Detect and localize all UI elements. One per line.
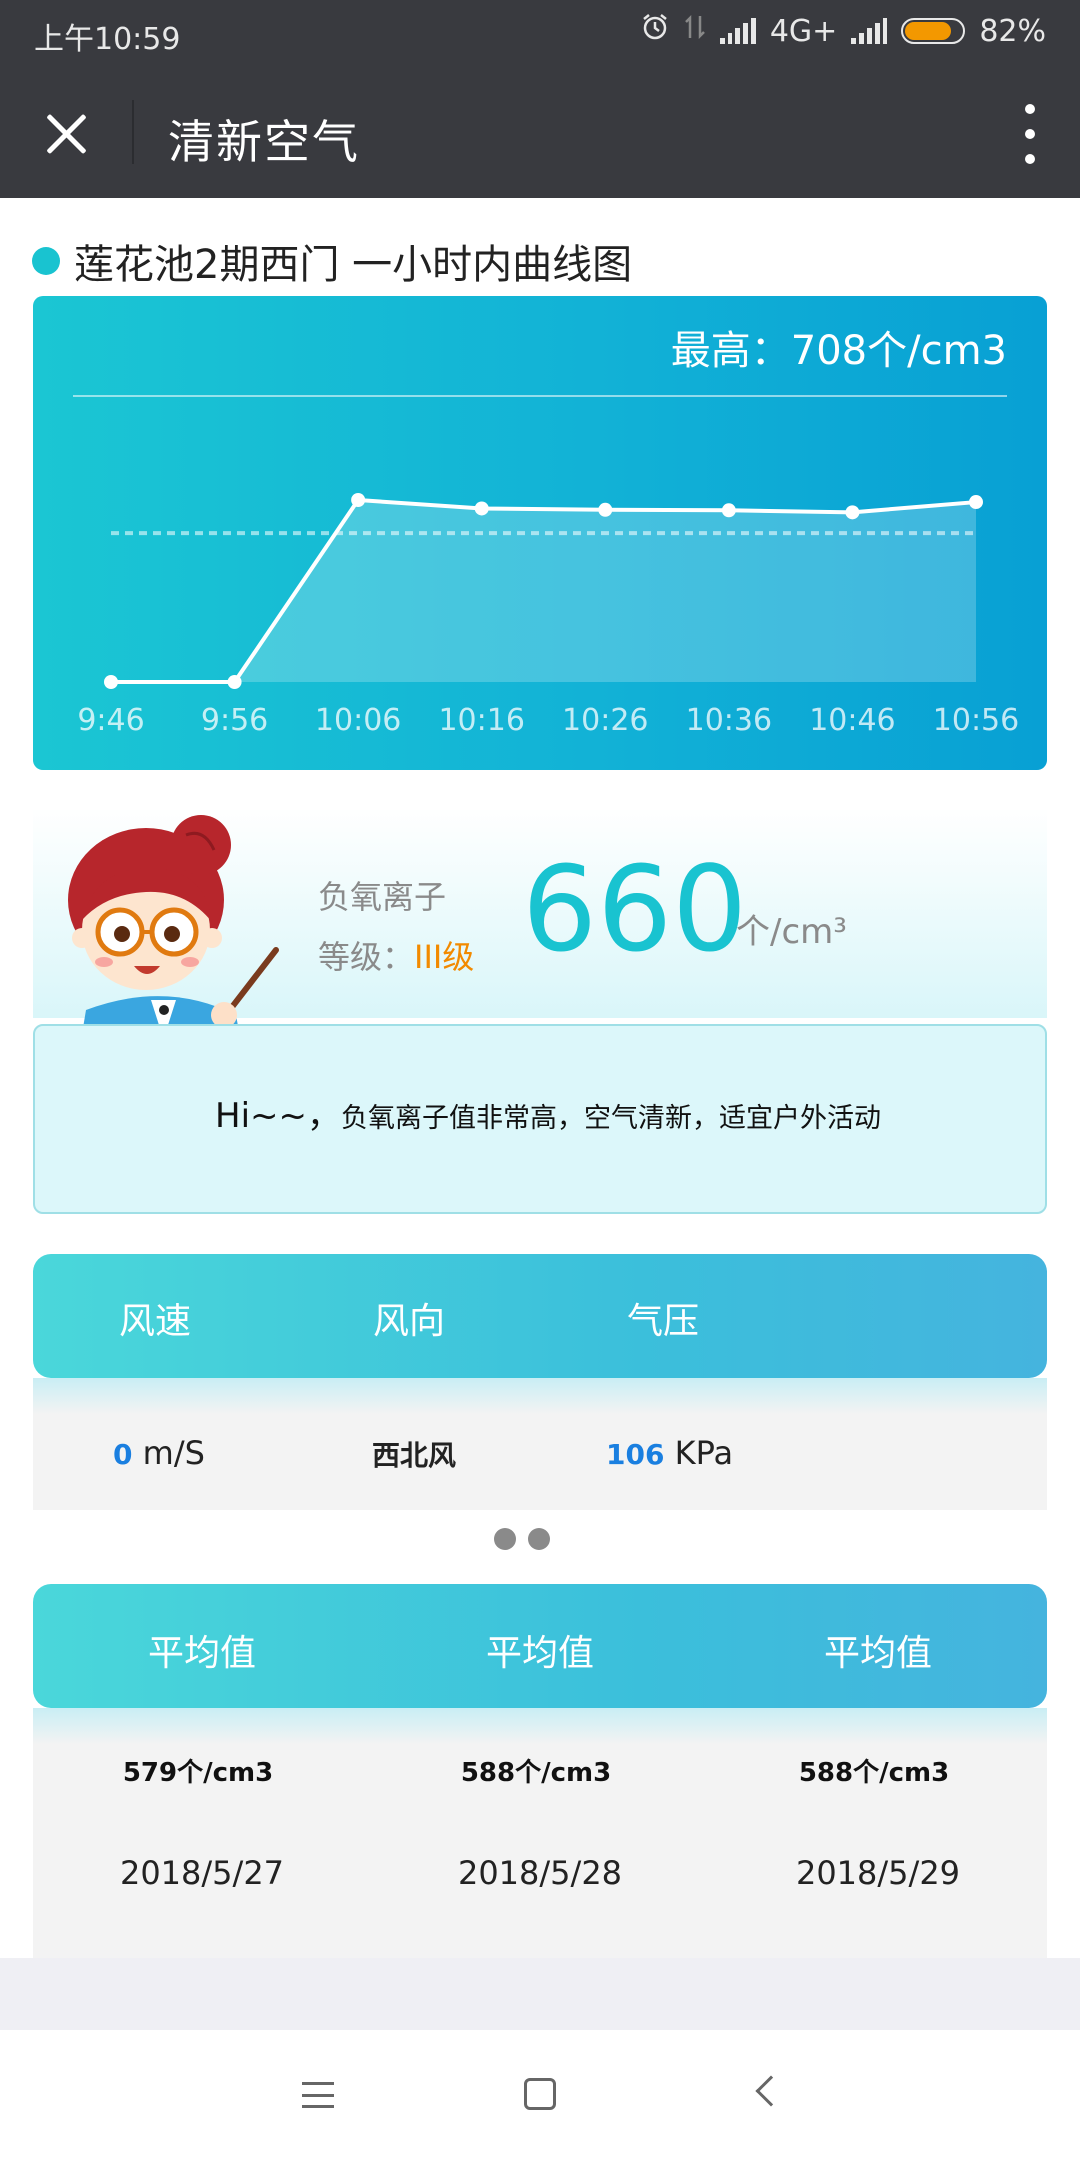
average-value-2: 588个/cm3	[460, 1758, 612, 1788]
ion-label: 负氧离子	[318, 878, 447, 916]
wind-speed-value: 0 m/S	[113, 1434, 205, 1472]
average-date-3: 2018/5/29	[795, 1854, 961, 1892]
advice-text: 负氧离子值非常高，空气清新，适宜户外活动	[341, 1103, 881, 1134]
battery-percent: 82%	[979, 13, 1046, 49]
chart-area	[111, 500, 976, 682]
page-title: 清新空气	[168, 115, 360, 169]
chart-point	[104, 675, 118, 689]
chart-point	[227, 675, 242, 689]
status-bar: 上午10:59 4G+ 82%	[0, 0, 1080, 66]
average-value-3: 588个/cm3	[798, 1758, 950, 1788]
bullet-dot-icon	[32, 247, 60, 275]
carousel-pager[interactable]	[494, 1528, 550, 1550]
advice-message: Hi~~，负氧离子值非常高，空气清新，适宜户外活动	[215, 1088, 881, 1137]
advice-greeting: Hi~~，	[215, 1096, 341, 1136]
average-header-3: 平均值	[823, 1633, 932, 1674]
signal-icon	[719, 18, 756, 44]
network-label: 4G+	[769, 13, 838, 49]
averages-values: 579个/cm3 588个/cm3 588个/cm3 2018/5/27 201…	[33, 1744, 1047, 1958]
weather-header-shadow	[33, 1378, 1047, 1414]
pressure-header: 气压	[627, 1301, 700, 1342]
alarm-icon	[640, 12, 670, 50]
ion-chart-card: 9:46 9:56 10:06 10:16 10:26 10:36 10:46 10:56 最…	[33, 296, 1047, 770]
advice-message-box: Hi~~，负氧离子值非常高，空气清新，适宜户外活动	[33, 1024, 1047, 1214]
battery-fill	[905, 22, 952, 40]
chart-point	[969, 495, 983, 510]
pressure-unit: KPa	[664, 1434, 734, 1472]
wind-speed-number: 0	[113, 1438, 133, 1471]
chart-point	[474, 501, 489, 516]
back-icon[interactable]	[755, 2075, 787, 2107]
chart-x-tick-label: 9:46	[77, 703, 144, 738]
page-bottom-gap	[0, 1958, 1080, 2030]
chart-heading-text: 莲花池2期西门 一小时内曲线图	[74, 242, 633, 288]
ion-unit: 个/cm³	[736, 912, 847, 952]
status-icons: 4G+ 82%	[640, 12, 1046, 50]
system-nav-bar	[0, 2030, 1080, 2160]
averages-header-shadow	[33, 1708, 1047, 1744]
average-value-1: 579个/cm3	[122, 1758, 274, 1788]
data-transfer-icon	[684, 12, 706, 50]
chart-point	[598, 502, 613, 517]
chart-x-tick-label: 9:56	[201, 703, 268, 738]
wind-speed-unit: m/S	[132, 1434, 205, 1472]
chart-x-tick-label: 10:46	[809, 703, 895, 738]
pressure-value: 106 KPa	[606, 1434, 733, 1472]
weather-header: 风速 风向 气压	[33, 1254, 1047, 1378]
status-time: 上午10:59	[34, 22, 181, 57]
wind-direction-header: 风向	[373, 1301, 446, 1342]
pager-dot[interactable]	[494, 1528, 516, 1550]
pressure-number: 106	[606, 1438, 665, 1471]
ion-level: 等级：III级	[318, 932, 474, 978]
chart-point	[351, 493, 366, 507]
signal-icon	[851, 18, 888, 44]
ion-level-value: III级	[414, 938, 475, 976]
weather-values: 0 m/S 西北风 106 KPa	[33, 1414, 1047, 1510]
chart-x-tick-label: 10:56	[933, 703, 1019, 738]
menu-icon[interactable]	[302, 2082, 334, 2108]
title-divider	[132, 100, 134, 164]
chart-point	[721, 503, 736, 518]
average-date-1: 2018/5/27	[119, 1854, 285, 1892]
wind-speed-header: 风速	[119, 1301, 192, 1342]
title-bar: 清新空气	[0, 66, 1080, 198]
chart-heading: 莲花池2期西门 一小时内曲线图	[32, 232, 632, 290]
more-vertical-icon[interactable]	[1020, 104, 1040, 164]
average-header-1: 平均值	[147, 1633, 256, 1674]
chart-point	[845, 505, 860, 520]
ion-value: 660	[522, 840, 748, 978]
close-icon[interactable]	[30, 98, 100, 168]
home-icon[interactable]	[524, 2078, 556, 2110]
average-header-2: 平均值	[485, 1633, 594, 1674]
averages-header: 平均值 平均值 平均值	[33, 1584, 1047, 1708]
pager-dot[interactable]	[528, 1528, 550, 1550]
average-date-2: 2018/5/28	[457, 1854, 623, 1892]
chart-max-label: 最高：708个/cm3	[670, 328, 1007, 374]
wind-direction-value: 西北风	[372, 1434, 456, 1474]
chart-x-tick-label: 10:26	[562, 703, 648, 738]
ion-level-prefix: 等级：	[318, 938, 415, 976]
chart-x-tick-label: 10:16	[438, 703, 524, 738]
chart-x-tick-label: 10:36	[686, 703, 772, 738]
wind-direction-text: 西北风	[372, 1439, 457, 1472]
battery-icon	[901, 18, 966, 44]
chart-x-tick-label: 10:06	[315, 703, 401, 738]
